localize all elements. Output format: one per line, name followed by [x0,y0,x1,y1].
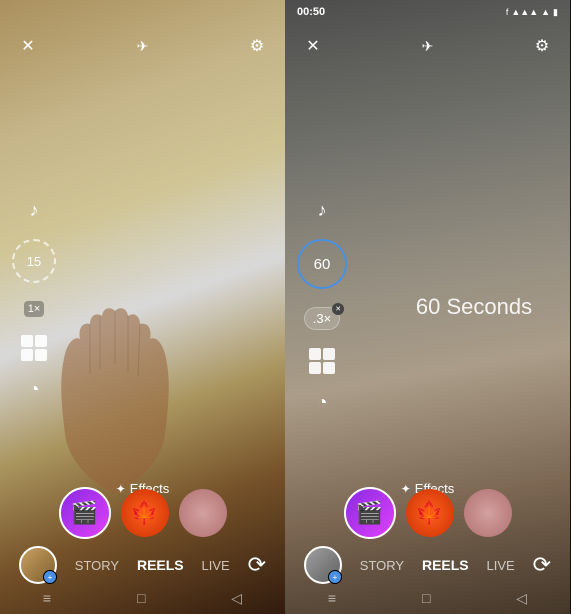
timer-value-right: 60 [314,256,331,273]
top-controls-left: ✕ ✈ ⚙ [0,28,285,64]
signal-icon: ▲▲▲ [511,7,538,17]
android-home-right[interactable]: □ [422,590,430,606]
close-button-left[interactable]: ✕ [14,32,42,60]
battery-icon: ▮ [553,7,558,18]
right-side-controls: ♪ 60 .3× ✕ ◔ [297,200,347,413]
wifi-icon: ▲ [541,7,550,17]
layout-icon-right[interactable] [309,348,335,374]
avatar-badge-right: + [328,570,342,584]
left-panel: ✕ ✈ ⚙ ♪ 15 1× ◔ ✦ Effects 🎬 🍁 [0,0,285,614]
android-nav-left: ≡ □ ◁ [0,588,285,608]
music-icon-right: ♪ [318,200,327,221]
effect-maple-right[interactable]: 🍁 [406,489,454,537]
effects-row-right: 🎬 🍁 [344,487,512,539]
nav-avatar-left[interactable]: + [19,546,57,584]
layout-icon-left[interactable] [21,335,47,361]
flash-button-right[interactable]: ✈ [414,32,442,60]
clock-icon-left[interactable]: ◔ [29,379,40,400]
status-bar-right: 00:50 f ▲▲▲ ▲ ▮ [285,0,570,24]
settings-button-right[interactable]: ⚙ [528,32,556,60]
left-side-controls: ♪ 15 1× ◔ [12,200,56,400]
speed-badge-left[interactable]: 1× [24,301,45,317]
effects-row-left: 🎬 🍁 [59,487,227,539]
android-menu-left[interactable]: ≡ [43,590,51,606]
effect-face-left[interactable] [179,489,227,537]
top-controls-right: ✕ ✈ ⚙ [285,28,570,64]
speed-close-badge[interactable]: ✕ [332,303,344,315]
nav-reels-left[interactable]: REELS [137,557,184,573]
effect-clapper-right[interactable]: 🎬 [344,487,396,539]
seconds-overlay: 60 Seconds [416,294,532,320]
facebook-icon: f [506,7,509,17]
android-back-left[interactable]: ◁ [231,590,242,607]
music-icon: ♪ [30,200,39,221]
speed-badge-container-right[interactable]: .3× ✕ [304,307,340,330]
timer-circle-left[interactable]: 15 [12,239,56,283]
flash-button-left[interactable]: ✈ [129,32,157,60]
effect-face-right[interactable] [464,489,512,537]
status-icons-right: f ▲▲▲ ▲ ▮ [506,7,558,18]
nav-avatar-right[interactable]: + [304,546,342,584]
effect-maple-left[interactable]: 🍁 [121,489,169,537]
hand-silhouette [50,294,180,494]
right-panel: 00:50 f ▲▲▲ ▲ ▮ ✕ ✈ ⚙ ♪ 60 .3× ✕ ◔ [285,0,570,614]
timer-value-left: 15 [27,254,41,269]
effect-clapper-left[interactable]: 🎬 [59,487,111,539]
flip-camera-right[interactable]: ⟳ [533,552,551,578]
nav-live-right[interactable]: LIVE [487,558,515,573]
flip-camera-left[interactable]: ⟳ [248,552,266,578]
bottom-nav-right: + STORY REELS LIVE ⟳ [285,546,570,584]
bottom-nav-left: + STORY REELS LIVE ⟳ [0,546,285,584]
android-home-left[interactable]: □ [137,590,145,606]
avatar-badge-left: + [43,570,57,584]
android-back-right[interactable]: ◁ [516,590,527,607]
clock-icon-right[interactable]: ◔ [317,392,328,413]
timer-circle-right[interactable]: 60 [297,239,347,289]
nav-live-left[interactable]: LIVE [202,558,230,573]
settings-button-left[interactable]: ⚙ [243,32,271,60]
close-button-right[interactable]: ✕ [299,32,327,60]
status-time-right: 00:50 [297,6,325,18]
android-menu-right[interactable]: ≡ [328,590,336,606]
android-nav-right: ≡ □ ◁ [285,588,570,608]
nav-story-left[interactable]: STORY [75,558,119,573]
nav-story-right[interactable]: STORY [360,558,404,573]
nav-reels-right[interactable]: REELS [422,557,469,573]
